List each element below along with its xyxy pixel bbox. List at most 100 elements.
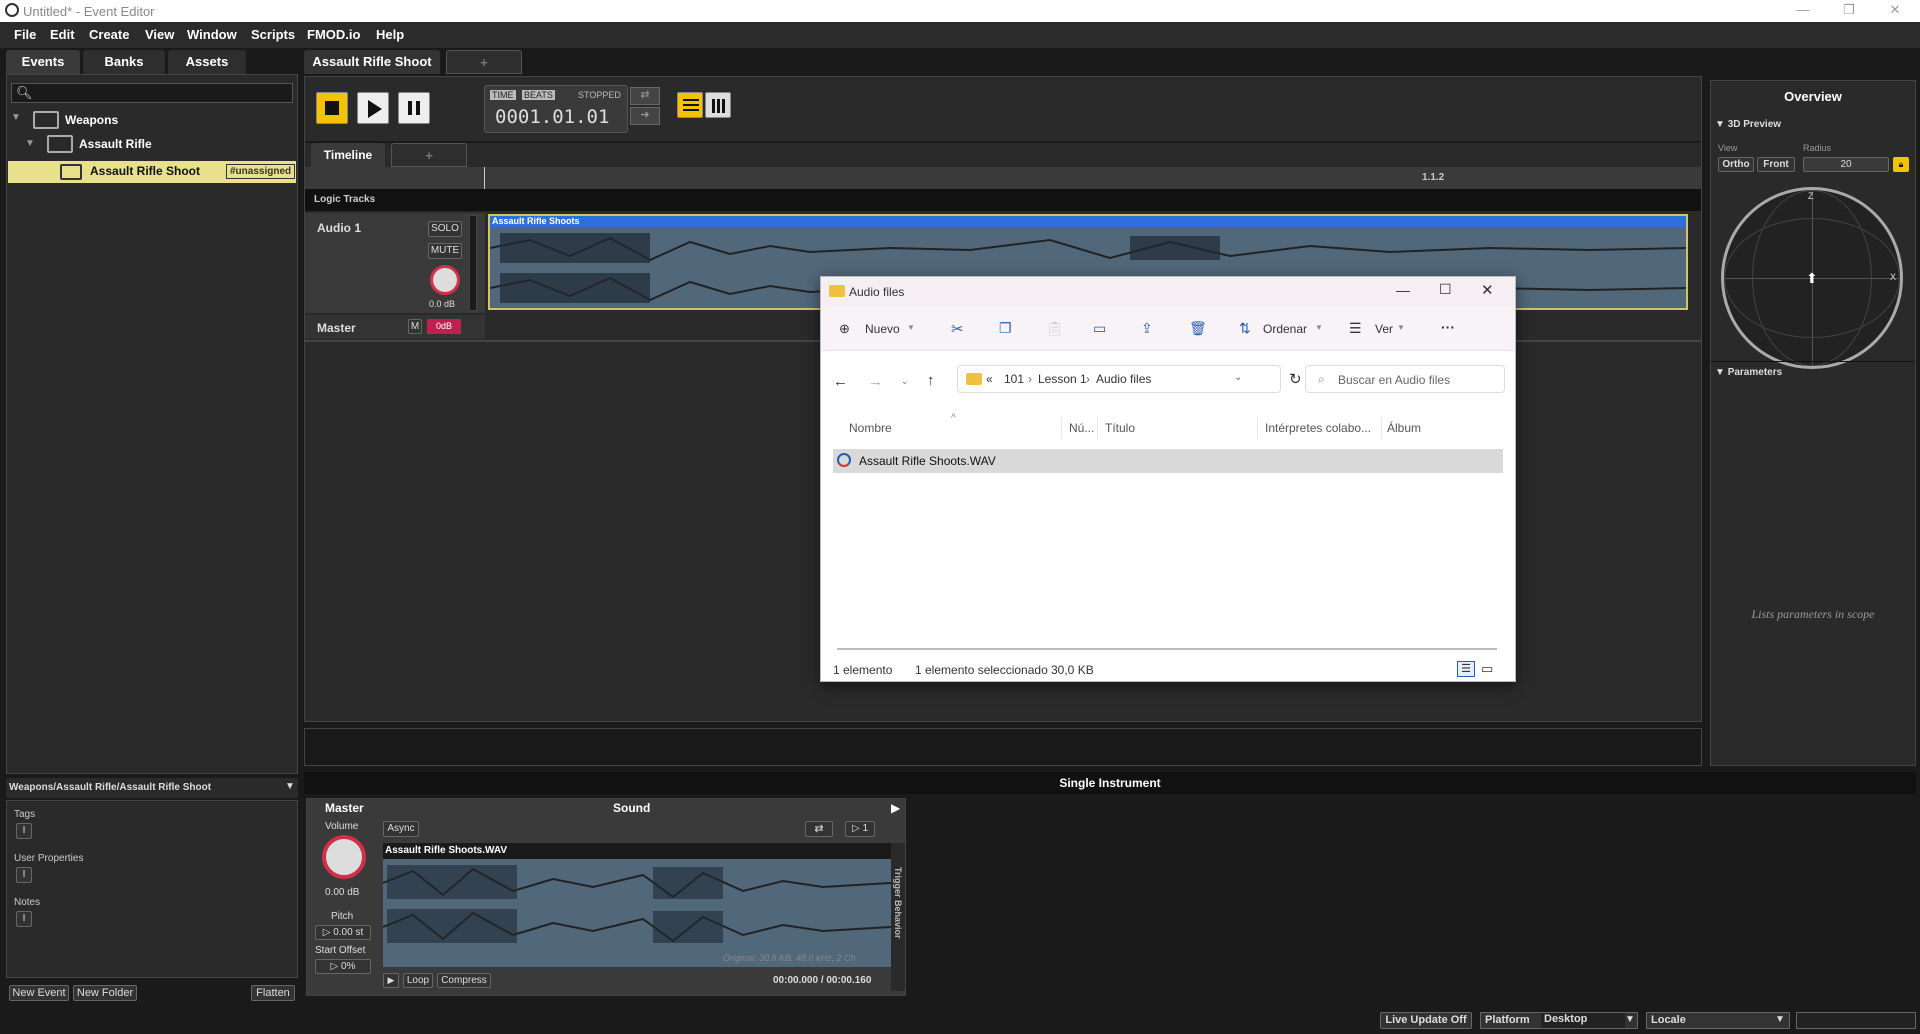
master-mute-button[interactable]: M [408,319,422,334]
search-input[interactable]: 🔍︎ [11,83,293,103]
breadcrumb-101[interactable]: 101 [1004,372,1024,386]
menu-window[interactable]: Window [187,27,237,42]
3d-preview-header[interactable]: ▼ 3D Preview [1715,119,1781,130]
minimize-icon[interactable]: — [1780,0,1826,22]
explorer-search-input[interactable]: ⌕ Buscar en Audio files [1305,365,1505,393]
pitch-input[interactable]: ▷ 0.00 st [315,925,371,940]
col-title[interactable]: Título [1105,421,1135,435]
compress-button[interactable]: Compress [437,973,491,988]
tree-folder-weapons[interactable]: Weapons [65,113,118,127]
follow-icon[interactable]: ➜ [630,107,660,125]
flatten-button[interactable]: Flatten [251,985,295,1001]
collapse-arrow-icon[interactable]: ▼ [285,781,295,792]
menu-file[interactable]: File [14,27,36,42]
expand-arrow-icon[interactable]: ▼ [25,138,35,149]
breadcrumb-lesson1[interactable]: Lesson 1 [1038,372,1087,386]
recent-chevron-icon[interactable]: ⌄ [901,376,909,387]
stop-button[interactable] [316,92,348,124]
solo-button[interactable]: SOLO [428,221,462,237]
share-icon[interactable]: ⇪ [1141,320,1153,337]
more-options-button[interactable]: ··· [1441,319,1455,335]
start-offset-input[interactable]: ▷ 0% [315,959,371,974]
tiles-view-icon[interactable]: ▭ [1481,661,1493,677]
ortho-button[interactable]: Ortho [1718,157,1754,172]
mute-button[interactable]: MUTE [428,243,462,259]
play-count-button[interactable]: ▷ 1 [845,821,875,837]
menu-help[interactable]: Help [376,27,404,42]
time-mode-button[interactable]: TIME [490,90,516,100]
paste-icon[interactable]: 📋︎ [1046,320,1064,337]
async-button[interactable]: Async [383,821,419,837]
horizontal-scrollbar[interactable] [837,648,1497,650]
master-level[interactable]: 0dB [427,319,461,334]
trigger-behavior-tab[interactable]: Trigger Behavior [891,843,905,991]
front-button[interactable]: Front [1757,157,1795,172]
col-number[interactable]: Nú... [1069,421,1094,435]
new-button[interactable]: Nuevo [865,322,900,336]
expand-arrow-icon[interactable]: ▼ [11,112,21,123]
parameters-header[interactable]: ▼ Parameters [1715,367,1782,378]
cut-icon[interactable]: ✂ [951,320,964,338]
new-folder-button[interactable]: New Folder [73,985,137,1001]
minimize-icon[interactable]: — [1396,282,1410,298]
tab-assault-rifle-shoot[interactable]: Assault Rifle Shoot [304,50,440,74]
expand-arrow-icon[interactable]: ▶ [891,801,900,815]
menu-scripts[interactable]: Scripts [251,27,295,42]
user-properties-edit-icon[interactable]: I [16,867,32,883]
maximize-icon[interactable]: ☐ [1439,281,1452,298]
add-editor-tab-button[interactable]: + [446,50,522,74]
tree-folder-assault-rifle[interactable]: Assault Rifle [79,137,152,151]
menu-edit[interactable]: Edit [50,27,75,42]
maximize-icon[interactable]: ❐ [1826,0,1872,22]
close-icon[interactable]: ✕ [1872,0,1918,22]
master-track-header[interactable]: Master M 0dB [305,315,485,339]
details-view-icon[interactable]: ☰ [1457,661,1475,677]
timeline-ruler[interactable]: 1.1.2 [305,167,1701,189]
close-icon[interactable]: ✕ [1481,281,1494,299]
col-album[interactable]: Álbum [1387,421,1421,435]
radius-input[interactable]: 20 [1803,157,1889,172]
back-icon[interactable]: ← [833,373,848,390]
tab-timeline[interactable]: Timeline [311,143,385,167]
tree-event-selected[interactable]: Assault Rifle Shoot #unassigned [8,161,296,183]
add-sheet-button[interactable]: + [391,143,467,167]
loop-icon[interactable]: ⇄ [630,87,660,105]
view-icon[interactable]: ☰ [1349,320,1362,337]
tab-banks[interactable]: Banks [83,50,165,74]
view-button[interactable]: Ver [1375,322,1393,336]
play-button[interactable] [357,92,389,124]
copy-icon[interactable]: ❐ [999,320,1012,337]
pause-button[interactable] [398,92,430,124]
instrument-volume-knob[interactable] [322,835,366,879]
notes-edit-icon[interactable]: I [16,911,32,927]
preview-play-icon[interactable]: ▶ [383,973,399,988]
deck-view-icon[interactable] [705,92,731,118]
rename-icon[interactable]: ▭ [1093,320,1106,337]
file-row[interactable]: Assault Rifle Shoots.WAV [833,449,1503,473]
live-update-button[interactable]: Live Update Off [1380,1012,1472,1029]
breadcrumb-overflow[interactable]: « [986,372,993,386]
tab-assets[interactable]: Assets [168,50,246,74]
lock-icon[interactable]: 🔒︎ [1893,157,1909,172]
up-icon[interactable]: ↑ [927,372,935,389]
volume-knob[interactable] [430,265,460,295]
address-bar[interactable]: « 101 › Lesson 1 › Audio files ⌄ [957,365,1281,393]
menu-fmodio[interactable]: FMOD.io [307,27,360,42]
delete-icon[interactable]: 🗑︎ [1189,320,1207,337]
address-dropdown-icon[interactable]: ⌄ [1234,372,1242,383]
tags-edit-icon[interactable]: I [16,823,32,839]
refresh-icon[interactable]: ↻ [1289,370,1302,388]
tab-events[interactable]: Events [6,50,80,74]
col-name[interactable]: Nombre [849,421,892,435]
sort-icon[interactable]: ⇅ [1239,320,1251,337]
locale-selector[interactable]: Locale ▼ [1646,1012,1790,1029]
loop-button[interactable]: Loop [403,973,433,988]
menu-view[interactable]: View [145,27,174,42]
loop-playlist-icon[interactable]: ⇄ [805,821,833,837]
instrument-waveform[interactable]: Assault Rifle Shoots.WAV Original: 30.8 … [383,843,891,967]
new-icon[interactable]: ⊕ [839,321,850,337]
new-event-button[interactable]: New Event [9,985,69,1001]
list-view-icon[interactable] [677,92,703,118]
platform-selector[interactable]: Platform Desktop ▼ [1480,1012,1638,1029]
3d-panner[interactable]: Z X ⬆ [1721,187,1903,369]
